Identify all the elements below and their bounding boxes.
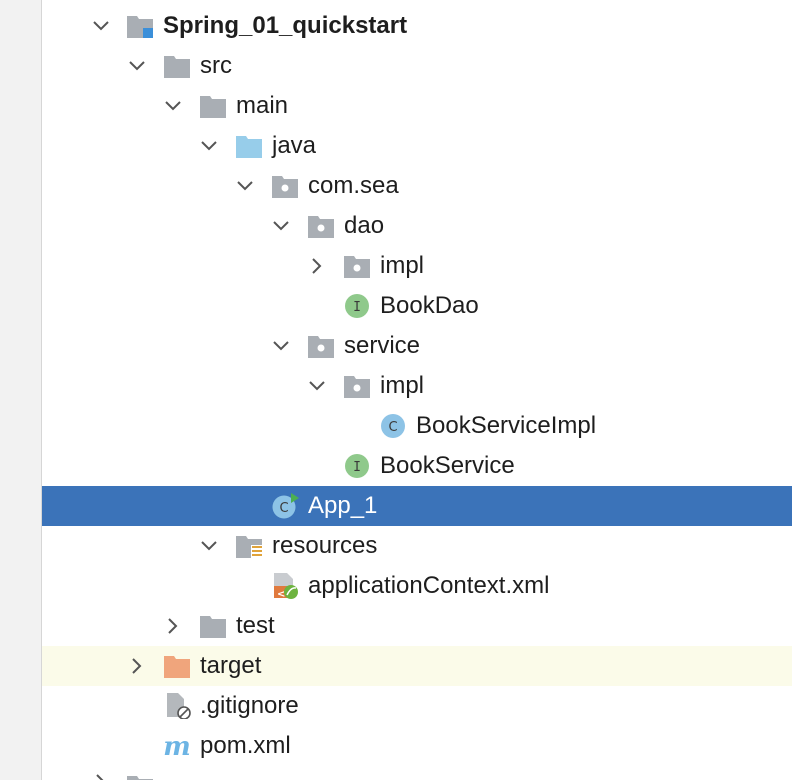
tree-label: pom.xml: [200, 732, 291, 759]
tree-label: BookServiceImpl: [416, 412, 597, 439]
chevron-right-icon[interactable]: [91, 772, 111, 780]
maven-icon: m: [163, 733, 191, 759]
folder-icon: [163, 53, 191, 79]
tree-row-resources[interactable]: resources: [42, 526, 792, 566]
svg-text:m: m: [163, 733, 191, 759]
tree-label: java: [272, 132, 317, 159]
chevron-down-icon[interactable]: [307, 376, 327, 396]
tree-label: dao: [344, 212, 385, 239]
chevron-down-icon[interactable]: [271, 216, 291, 236]
tree-label: Spring_01_quickstart: [163, 12, 408, 39]
tree-label: service: [344, 332, 421, 359]
chevron-down-icon[interactable]: [271, 336, 291, 356]
tree-label: test: [236, 612, 275, 639]
tree-label: impl: [380, 252, 425, 279]
tree-row-dao[interactable]: dao: [42, 206, 792, 246]
tree-label: resources: [272, 532, 378, 559]
svg-text:C: C: [388, 420, 397, 435]
chevron-down-icon[interactable]: [235, 176, 255, 196]
tree-label: App_1: [308, 492, 378, 519]
tree-label: com.sea: [308, 172, 399, 199]
tree-label: BookService: [380, 452, 515, 479]
chevron-right-icon[interactable]: [127, 656, 147, 676]
tree-row-target[interactable]: target: [42, 646, 792, 686]
tree-row-pom-xml[interactable]: m pom.xml: [42, 726, 792, 766]
left-gutter: [0, 0, 42, 780]
ignored-file-icon: [163, 693, 191, 719]
svg-text:I: I: [353, 460, 361, 475]
package-icon: [307, 333, 335, 359]
tree-row-application-context-xml[interactable]: < applicationContext.xml: [42, 566, 792, 606]
tree-row-project-root[interactable]: Spring_01_quickstart: [42, 6, 792, 46]
package-icon: [343, 253, 371, 279]
folder-icon: [199, 613, 227, 639]
chevron-right-icon[interactable]: [163, 616, 183, 636]
tree-label: applicationContext.xml: [308, 572, 550, 599]
svg-text:<: <: [277, 589, 285, 599]
package-icon: [343, 373, 371, 399]
tree-row-test[interactable]: test: [42, 606, 792, 646]
tree-label: src: [200, 52, 232, 79]
tree-label: impl: [380, 372, 425, 399]
package-icon: [271, 173, 299, 199]
chevron-right-icon[interactable]: [307, 256, 327, 276]
chevron-down-icon[interactable]: [127, 56, 147, 76]
svg-text:C: C: [279, 501, 288, 516]
folder-icon: [126, 773, 154, 780]
interface-icon: I: [343, 453, 371, 479]
spring-xml-file-icon: <: [271, 573, 299, 599]
tree-row-service[interactable]: service: [42, 326, 792, 366]
chevron-down-icon[interactable]: [91, 16, 111, 36]
tree-row-src[interactable]: src: [42, 46, 792, 86]
project-folder-icon: [126, 13, 154, 39]
resources-folder-icon: [235, 533, 263, 559]
chevron-down-icon[interactable]: [199, 536, 219, 556]
tree-label: target: [200, 652, 262, 679]
class-icon: C: [379, 413, 407, 439]
tree-row-java[interactable]: java: [42, 126, 792, 166]
tree-row-book-service[interactable]: I BookService: [42, 446, 792, 486]
tree-row-gitignore[interactable]: .gitignore: [42, 686, 792, 726]
tree-row-main[interactable]: main: [42, 86, 792, 126]
tree-row-app-1[interactable]: C App_1: [42, 486, 792, 526]
tree-label: main: [236, 92, 289, 119]
tree-row-service-impl[interactable]: impl: [42, 366, 792, 406]
package-icon: [307, 213, 335, 239]
tree-row-com-sea[interactable]: com.sea: [42, 166, 792, 206]
tree-label: BookDao: [380, 292, 479, 319]
folder-icon: [199, 93, 227, 119]
runnable-class-icon: C: [271, 493, 299, 519]
chevron-down-icon[interactable]: [163, 96, 183, 116]
excluded-folder-icon: [163, 653, 191, 679]
chevron-down-icon[interactable]: [199, 136, 219, 156]
tree-label: .gitignore: [200, 692, 299, 719]
svg-text:I: I: [353, 300, 361, 315]
tree-row-book-service-impl[interactable]: C BookServiceImpl: [42, 406, 792, 446]
tree-row-dao-impl[interactable]: impl: [42, 246, 792, 286]
tree-row-partial[interactable]: [42, 766, 792, 780]
source-folder-icon: [235, 133, 263, 159]
interface-icon: I: [343, 293, 371, 319]
tree-row-book-dao[interactable]: I BookDao: [42, 286, 792, 326]
